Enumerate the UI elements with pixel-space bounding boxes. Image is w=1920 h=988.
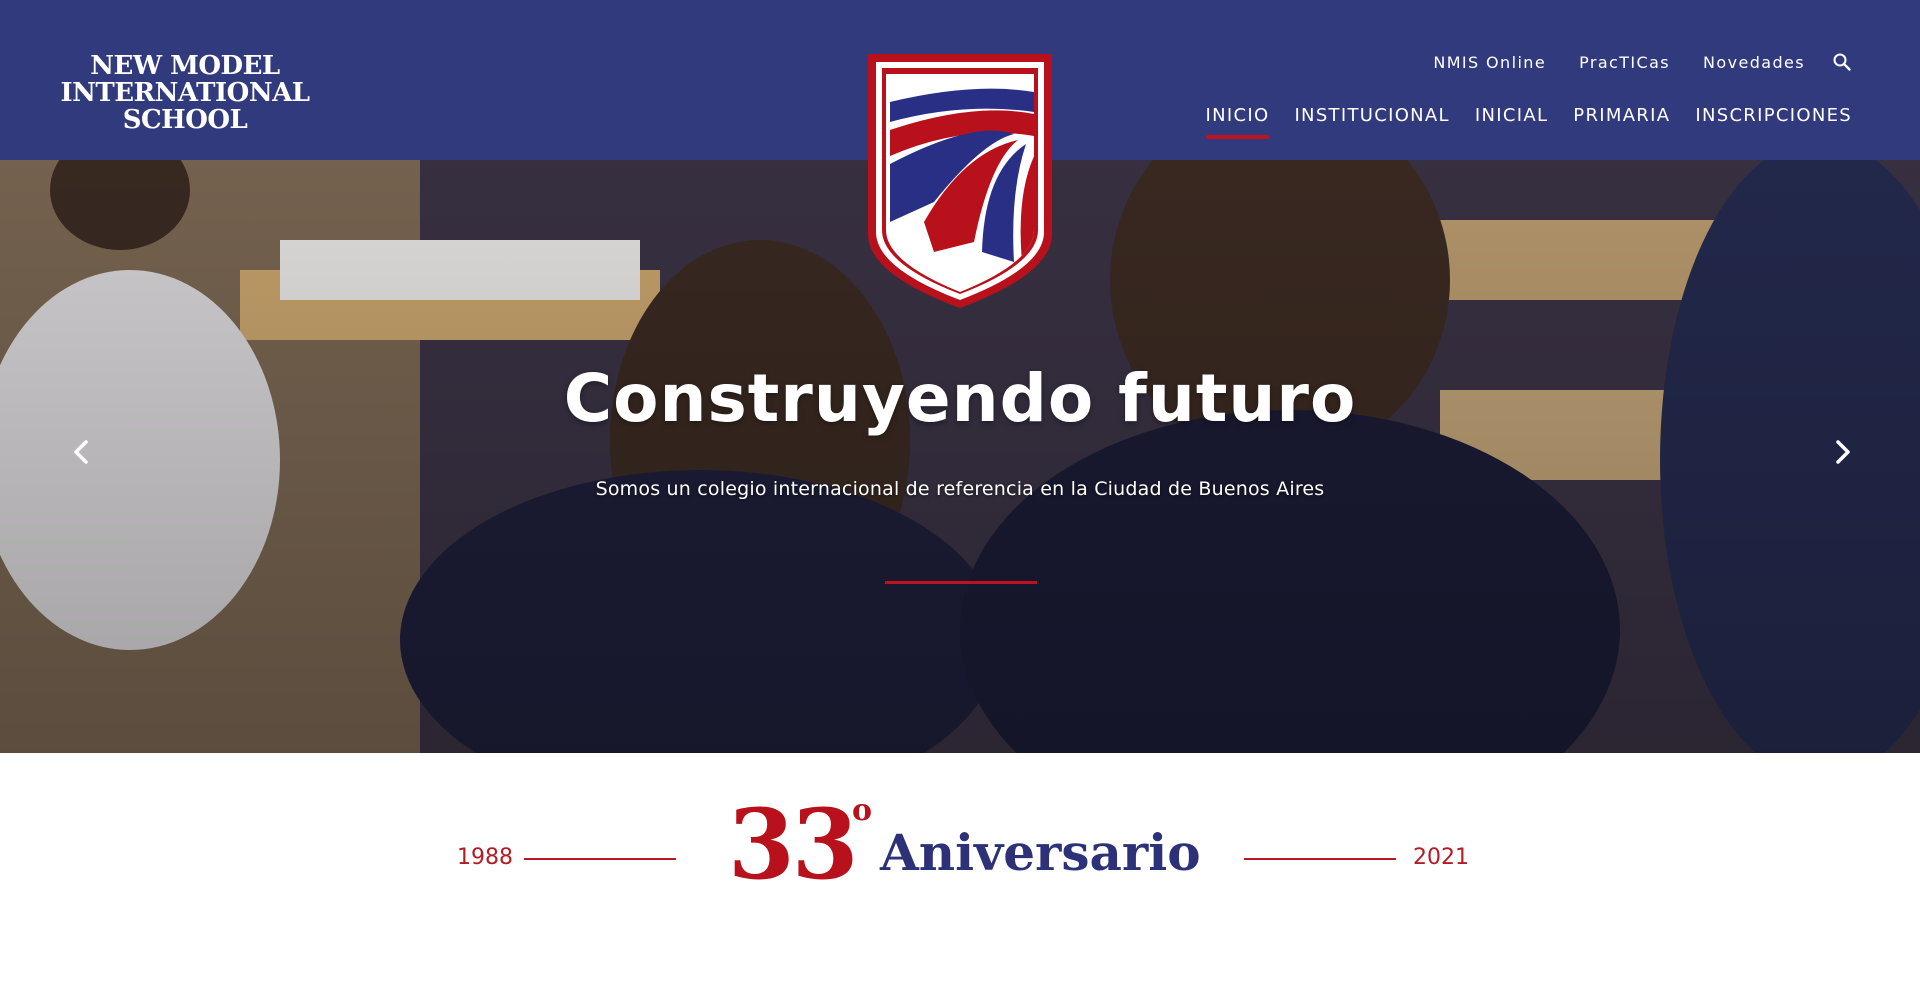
year-end: 2021 [1413, 845, 1469, 870]
anniversary-number: 33 [728, 788, 859, 901]
nav-item-primaria[interactable]: PRIMARIA [1573, 105, 1670, 136]
logo-line: INTERNATIONAL [60, 78, 310, 108]
search-icon[interactable] [1832, 52, 1852, 72]
anniversary-word: Aniversario [880, 823, 1201, 882]
chevron-left-icon[interactable] [62, 432, 102, 472]
year-start: 1988 [457, 845, 513, 870]
hero-title: Construyendo futuro [563, 360, 1357, 437]
divider-line [524, 858, 676, 860]
logo-line: SCHOOL [122, 105, 248, 135]
top-link-novedades[interactable]: Novedades [1703, 53, 1805, 72]
nav-item-institucional[interactable]: INSTITUCIONAL [1294, 105, 1449, 136]
divider-line [1244, 858, 1396, 860]
school-crest-icon[interactable] [864, 52, 1056, 308]
top-link-nmis-online[interactable]: NMIS Online [1433, 53, 1546, 72]
nav-item-inicio[interactable]: INICIO [1205, 105, 1270, 139]
chevron-right-icon[interactable] [1822, 432, 1862, 472]
main-nav: INICIO INSTITUCIONAL INICIAL PRIMARIA IN… [1205, 105, 1852, 139]
logo-line: NEW MODEL [90, 51, 280, 81]
nav-item-inicial[interactable]: INICIAL [1475, 105, 1548, 136]
top-link-practicas[interactable]: PracTICas [1579, 53, 1670, 72]
nav-item-inscripciones[interactable]: INSCRIPCIONES [1695, 105, 1852, 136]
top-links: NMIS Online PracTICas Novedades [1433, 52, 1852, 72]
school-logo[interactable]: NEW MODEL INTERNATIONAL SCHOOL [60, 53, 310, 134]
hero-subtitle: Somos un colegio internacional de refere… [595, 478, 1325, 500]
anniversary-banner: 1988 33 o Aniversario 2021 [0, 753, 1920, 988]
hero-divider [885, 581, 1037, 584]
anniversary-ordinal: o [852, 793, 873, 828]
